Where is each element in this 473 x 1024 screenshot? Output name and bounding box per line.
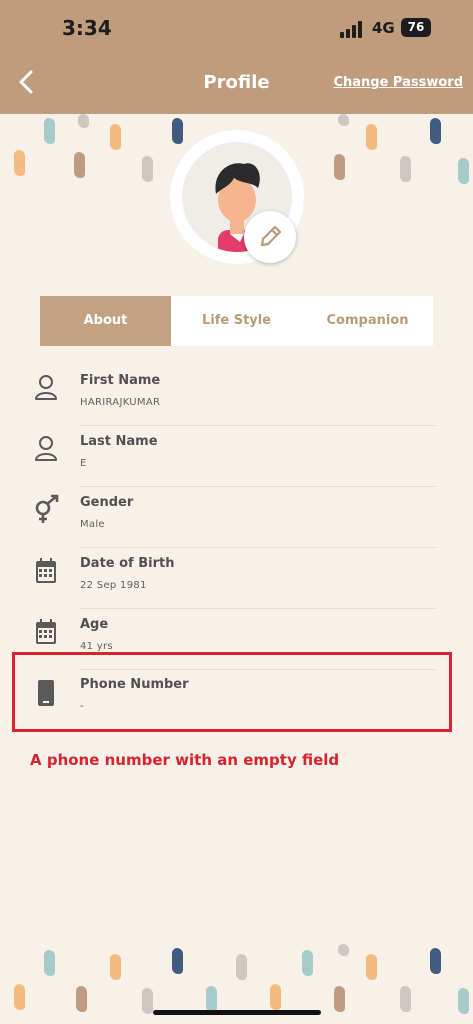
person-icon [35,375,57,400]
edit-avatar-button[interactable] [244,211,296,263]
field-label: Gender [80,495,134,510]
annotation-text: A phone number with an empty field [30,751,340,769]
battery-level: 76 [407,20,425,34]
field-value: Male [80,519,105,530]
field-value: 41 yrs [80,641,113,652]
tab-companion[interactable]: Companion [302,296,433,346]
field-last-name: Last Name E [30,427,436,487]
field-gender: Gender Male [30,488,436,548]
change-password-link[interactable]: Change Password [333,75,463,90]
status-bar: 3:34 4G 76 [0,14,473,44]
network-type: 4G [372,19,395,37]
nav-bar: Profile Change Password [0,62,473,102]
field-label: Age [80,617,109,632]
field-label: Date of Birth [80,556,175,571]
field-date-of-birth: Date of Birth 22 Sep 1981 [30,549,436,609]
status-time: 3:34 [62,16,112,40]
field-value: E [80,458,87,469]
divider [80,425,436,426]
gender-icon [35,494,59,523]
field-label: First Name [80,373,161,388]
profile-tabs: About Life Style Companion [40,296,433,346]
pencil-icon [260,225,282,247]
app-header: 3:34 4G 76 Profile Change Password [0,0,473,114]
field-value: 22 Sep 1981 [80,580,147,591]
divider [80,547,436,548]
tab-life-style[interactable]: Life Style [171,296,302,346]
field-first-name: First Name HARIRAJKUMAR [30,366,436,426]
home-indicator[interactable] [153,1010,321,1015]
tab-about[interactable]: About [40,296,171,346]
highlight-box [12,652,452,732]
calendar-icon [36,558,56,583]
calendar-icon [36,619,56,644]
divider [80,608,436,609]
divider [80,486,436,487]
field-label: Last Name [80,434,158,449]
person-icon [35,436,57,461]
battery-icon: 76 [401,18,431,37]
field-value: HARIRAJKUMAR [80,397,161,408]
signal-icon [340,20,366,38]
